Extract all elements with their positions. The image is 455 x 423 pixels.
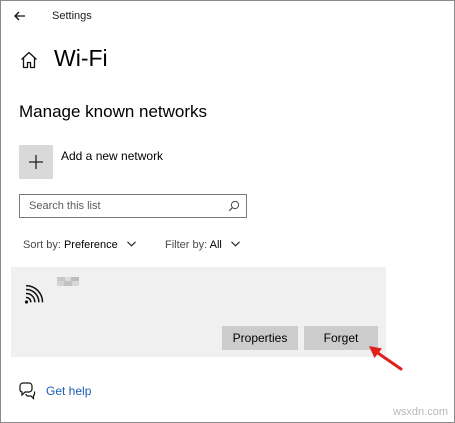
sort-prefix: Sort by: [23,239,61,251]
chevron-down-icon [231,241,240,247]
app-title: Settings [52,10,92,22]
page-title: Wi-Fi [54,45,108,71]
back-arrow-icon [14,11,25,21]
add-network-label[interactable]: Add a new network [61,149,163,163]
known-network-item[interactable]: Properties Forget [11,267,386,357]
chevron-down-icon [126,241,136,247]
home-icon [21,51,37,69]
network-name-redacted [57,277,79,286]
search-icon[interactable] [228,200,240,212]
sort-dropdown[interactable]: Sort by: Preference [23,239,136,251]
watermark: wsxdn.com [392,406,448,418]
properties-button[interactable]: Properties [222,326,298,350]
sort-value: Preference [63,239,118,251]
filter-value: All [209,239,222,251]
title-bar: Settings [2,2,455,32]
annotation-arrow [369,346,403,371]
wifi-icon [24,285,44,304]
filter-dropdown[interactable]: Filter by: All [165,239,240,251]
search-input[interactable] [20,195,229,217]
add-network-button[interactable] [19,145,53,179]
plus-icon [29,155,43,169]
settings-window: Settings Wi-Fi Manage known networks Add… [0,0,455,423]
search-box [19,194,247,218]
section-heading: Manage known networks [19,102,208,121]
filter-prefix: Filter by: [165,239,208,251]
get-help-link[interactable]: Get help [46,384,91,398]
help-chat-icon [19,382,36,400]
back-button[interactable] [8,6,32,26]
